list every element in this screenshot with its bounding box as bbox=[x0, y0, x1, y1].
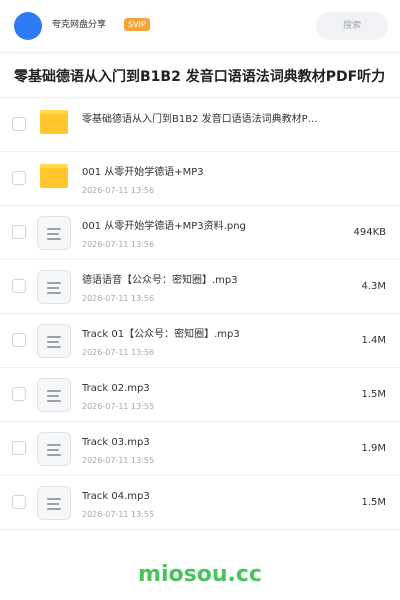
file-icon bbox=[37, 432, 71, 466]
svip-badge: SVIP bbox=[124, 18, 150, 31]
folder-icon bbox=[40, 110, 68, 134]
brand-watermark: miosou.cc bbox=[138, 562, 262, 587]
file-icon bbox=[37, 378, 71, 412]
list-item[interactable]: Track 02.mp3 2026-07-11 13:55 1.5M bbox=[0, 368, 400, 422]
file-name: 001 从零开始学德语+MP3资料.png bbox=[82, 221, 246, 232]
checkbox[interactable] bbox=[12, 117, 26, 131]
list-item[interactable]: 001 从零开始学德语+MP3 2026-07-11 13:56 bbox=[0, 152, 400, 206]
folder-icon bbox=[40, 164, 68, 188]
checkbox[interactable] bbox=[12, 279, 26, 293]
file-size: 1.5M bbox=[361, 389, 386, 400]
file-date: 2026-07-11 13:55 bbox=[82, 456, 155, 465]
checkbox[interactable] bbox=[12, 171, 26, 185]
list-item[interactable]: 001 从零开始学德语+MP3资料.png 2026-07-11 13:56 4… bbox=[0, 206, 400, 260]
file-size: 1.5M bbox=[361, 497, 386, 508]
file-icon bbox=[37, 324, 71, 358]
header: 夸克网盘分享 SVIP 搜索 bbox=[0, 0, 400, 52]
file-name: Track 02.mp3 bbox=[82, 383, 150, 394]
list-item[interactable]: 零基础德语从入门到B1B2 发音口语语法词典教材P… bbox=[0, 98, 400, 152]
checkbox[interactable] bbox=[12, 333, 26, 347]
file-size: 1.4M bbox=[361, 335, 386, 346]
file-date: 2026-07-11 13:56 bbox=[82, 240, 155, 249]
file-name: 德语语音【公众号：密知圈】.mp3 bbox=[82, 275, 238, 286]
file-name: Track 04.mp3 bbox=[82, 491, 150, 502]
file-name: Track 01【公众号：密知圈】.mp3 bbox=[82, 329, 240, 340]
file-date: 2026-07-11 13:55 bbox=[82, 510, 155, 519]
file-size: 4.3M bbox=[361, 281, 386, 292]
file-name: 零基础德语从入门到B1B2 发音口语语法词典教材P… bbox=[82, 114, 318, 125]
app-name: 夸克网盘分享 bbox=[52, 20, 107, 30]
file-date: 2026-07-11 13:56 bbox=[82, 186, 155, 195]
list-item[interactable]: Track 03.mp3 2026-07-11 13:55 1.9M bbox=[0, 422, 400, 476]
file-name: Track 03.mp3 bbox=[82, 437, 150, 448]
file-name: 001 从零开始学德语+MP3 bbox=[82, 167, 204, 178]
list-item[interactable]: Track 01【公众号：密知圈】.mp3 2026-07-11 13:56 1… bbox=[0, 314, 400, 368]
file-size: 1.9M bbox=[361, 443, 386, 454]
file-date: 2026-07-11 13:55 bbox=[82, 402, 155, 411]
file-icon bbox=[37, 486, 71, 520]
title-bar: 零基础德语从入门到B1B2 发音口语语法词典教材PDF听力 bbox=[0, 52, 400, 98]
list-item[interactable]: Track 04.mp3 2026-07-11 13:55 1.5M bbox=[0, 476, 400, 530]
checkbox[interactable] bbox=[12, 441, 26, 455]
search-button[interactable]: 搜索 bbox=[316, 12, 388, 40]
checkbox[interactable] bbox=[12, 387, 26, 401]
checkbox[interactable] bbox=[12, 495, 26, 509]
file-icon bbox=[37, 270, 71, 304]
page-title: 零基础德语从入门到B1B2 发音口语语法词典教材PDF听力 bbox=[14, 69, 386, 85]
avatar[interactable] bbox=[14, 12, 42, 40]
file-date: 2026-07-11 13:56 bbox=[82, 348, 155, 357]
file-list: 零基础德语从入门到B1B2 发音口语语法词典教材P… 001 从零开始学德语+M… bbox=[0, 98, 400, 530]
file-icon bbox=[37, 216, 71, 250]
file-date: 2026-07-11 13:56 bbox=[82, 294, 155, 303]
list-item[interactable]: 德语语音【公众号：密知圈】.mp3 2026-07-11 13:56 4.3M bbox=[0, 260, 400, 314]
checkbox[interactable] bbox=[12, 225, 26, 239]
footer: miosou.cc bbox=[0, 548, 400, 600]
file-size: 494KB bbox=[353, 227, 386, 238]
